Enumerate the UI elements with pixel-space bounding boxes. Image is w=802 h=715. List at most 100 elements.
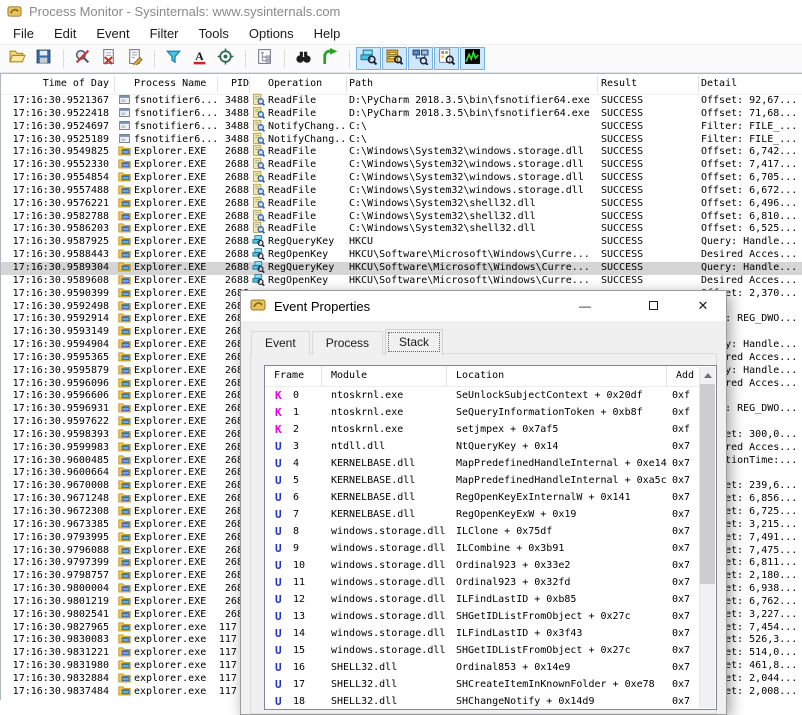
menu-file[interactable]: File: [3, 24, 44, 43]
stack-frame-row[interactable]: U18SHELL32.dllSHChangeNotify + 0x14d90x7: [265, 693, 716, 710]
cell-operation: ReadFile: [268, 146, 348, 159]
frame-number: 5: [293, 472, 319, 489]
menu-event[interactable]: Event: [86, 24, 139, 43]
cell-time: 17:16:30.9552330: [1, 159, 109, 172]
column-header-path[interactable]: Path: [349, 74, 597, 94]
column-separator[interactable]: [249, 76, 250, 93]
menu-edit[interactable]: Edit: [44, 24, 86, 43]
column-header-detail[interactable]: Detail: [701, 74, 802, 94]
filter-button[interactable]: [161, 47, 186, 70]
process-tree-button[interactable]: [252, 47, 277, 70]
frame-address: 0x7: [672, 489, 702, 506]
column-separator[interactable]: [217, 76, 218, 93]
frame-location: SHChangeNotify + 0x14d9: [456, 693, 670, 710]
tab-stack[interactable]: Stack: [385, 329, 443, 355]
cell-result: SUCCESS: [601, 172, 696, 185]
clear-button[interactable]: [96, 47, 121, 70]
column-separator[interactable]: [597, 76, 598, 93]
menu-options[interactable]: Options: [239, 24, 304, 43]
stack-column-header-frame[interactable]: Frame: [265, 366, 322, 386]
close-button[interactable]: ✕: [688, 298, 718, 314]
cell-operation: ReadFile: [268, 108, 348, 121]
process-activity-button[interactable]: [434, 47, 459, 70]
cell-time: 17:16:30.9797399: [1, 557, 109, 570]
stack-frame-row[interactable]: U10windows.storage.dllOrdinal923 + 0x33e…: [265, 557, 716, 574]
jump-to-button[interactable]: [317, 47, 342, 70]
menu-filter[interactable]: Filter: [140, 24, 189, 43]
stack-frame-row[interactable]: U17SHELL32.dllSHCreateItemInKnownFolder …: [265, 676, 716, 693]
menu-help[interactable]: Help: [304, 24, 351, 43]
menu-tools[interactable]: Tools: [189, 24, 239, 43]
column-separator[interactable]: [346, 76, 347, 93]
stack-frame-row[interactable]: U3ntdll.dllNtQueryKey + 0x140x7: [265, 438, 716, 455]
frame-mode-user-icon: U: [275, 625, 291, 642]
toolbar-separator: [63, 50, 64, 68]
scrollbar-thumb[interactable]: [700, 384, 715, 584]
stack-frame-row[interactable]: K2ntoskrnl.exesetjmpex + 0x7af50xf: [265, 421, 716, 438]
maximize-button[interactable]: [638, 299, 668, 313]
stack-scrollbar[interactable]: [699, 367, 715, 708]
frame-address: 0x7: [672, 659, 702, 676]
stack-column-header-module[interactable]: Module: [322, 366, 447, 386]
stack-frame-row[interactable]: U12windows.storage.dllILFindLastID + 0xb…: [265, 591, 716, 608]
frame-location: RegOpenKeyExW + 0x19: [456, 506, 670, 523]
column-separator[interactable]: [698, 76, 699, 93]
cell-result: SUCCESS: [601, 95, 696, 108]
stack-frame-row[interactable]: U11windows.storage.dllOrdinal923 + 0x32f…: [265, 574, 716, 591]
column-header-time[interactable]: Time of Day: [1, 74, 109, 94]
frame-mode-user-icon: U: [275, 608, 291, 625]
stack-column-header-location[interactable]: Location: [447, 366, 667, 386]
open-button[interactable]: [5, 47, 30, 70]
frame-number: 4: [293, 455, 319, 472]
reg-op-icon: [252, 275, 266, 288]
cell-time: 17:16:30.9599983: [1, 442, 109, 455]
window-title: Process Monitor - Sysinternals: www.sysi…: [29, 4, 340, 19]
column-header-result[interactable]: Result: [601, 74, 696, 94]
column-header-op[interactable]: Operation: [268, 74, 348, 94]
maximize-icon: [649, 301, 658, 310]
cell-pid: 2688: [205, 185, 249, 198]
stack-frame-row[interactable]: U6KERNELBASE.dllRegOpenKeyExInternalW + …: [265, 489, 716, 506]
capture-button[interactable]: [70, 47, 95, 70]
tab-event[interactable]: Event: [251, 331, 310, 355]
stack-frame-row[interactable]: U5KERNELBASE.dllMapPredefinedHandleInter…: [265, 472, 716, 489]
scroll-up-button[interactable]: [700, 367, 715, 383]
find-button[interactable]: [291, 47, 316, 70]
cell-operation: NotifyChang...: [268, 121, 348, 134]
stack-frame-row[interactable]: K1ntoskrnl.exeSeQueryInformationToken + …: [265, 404, 716, 421]
column-header-pid[interactable]: PID: [205, 74, 249, 94]
stack-frame-row[interactable]: U8windows.storage.dllILClone + 0x75df0x7: [265, 523, 716, 540]
cell-pid: 2688: [205, 172, 249, 185]
frame-number: 12: [293, 591, 319, 608]
stack-frame-row[interactable]: U9windows.storage.dllILCombine + 0x3b910…: [265, 540, 716, 557]
registry-activity-icon: [360, 48, 377, 70]
cell-pid: 2688: [205, 249, 249, 262]
cell-time: 17:16:30.9670008: [1, 480, 109, 493]
profiling-events-button[interactable]: [460, 47, 485, 70]
stack-frame-row[interactable]: K0ntoskrnl.exeSeUnlockSubjectContext + 0…: [265, 387, 716, 404]
procmon-icon: [7, 4, 22, 19]
frame-location: Ordinal923 + 0x33e2: [456, 557, 670, 574]
svg-text:A: A: [195, 50, 204, 63]
cell-result: SUCCESS: [601, 236, 696, 249]
registry-activity-button[interactable]: [356, 47, 381, 70]
minimize-button[interactable]: —: [570, 299, 600, 313]
stack-frame-row[interactable]: U4KERNELBASE.dllMapPredefinedHandleInter…: [265, 455, 716, 472]
frame-module: KERNELBASE.dll: [331, 506, 455, 523]
network-activity-button[interactable]: [408, 47, 433, 70]
tab-process[interactable]: Process: [312, 331, 383, 355]
save-button[interactable]: [31, 47, 56, 70]
highlight-button[interactable]: A: [187, 47, 212, 70]
stack-frame-row[interactable]: U7KERNELBASE.dllRegOpenKeyExW + 0x190x7: [265, 506, 716, 523]
column-separator[interactable]: [114, 76, 115, 93]
stack-frame-row[interactable]: U16SHELL32.dllOrdinal853 + 0x14e90x7: [265, 659, 716, 676]
autoscroll-button[interactable]: [122, 47, 147, 70]
find-icon: [295, 48, 312, 70]
stack-frame-row[interactable]: U15windows.storage.dllSHGetIDListFromObj…: [265, 642, 716, 659]
stack-frame-row[interactable]: U13windows.storage.dllSHGetIDListFromObj…: [265, 608, 716, 625]
frame-number: 15: [293, 642, 319, 659]
include-process-button[interactable]: [213, 47, 238, 70]
stack-frame-row[interactable]: U14windows.storage.dllILFindLastID + 0x3…: [265, 625, 716, 642]
file-activity-button[interactable]: [382, 47, 407, 70]
frame-number: 11: [293, 574, 319, 591]
